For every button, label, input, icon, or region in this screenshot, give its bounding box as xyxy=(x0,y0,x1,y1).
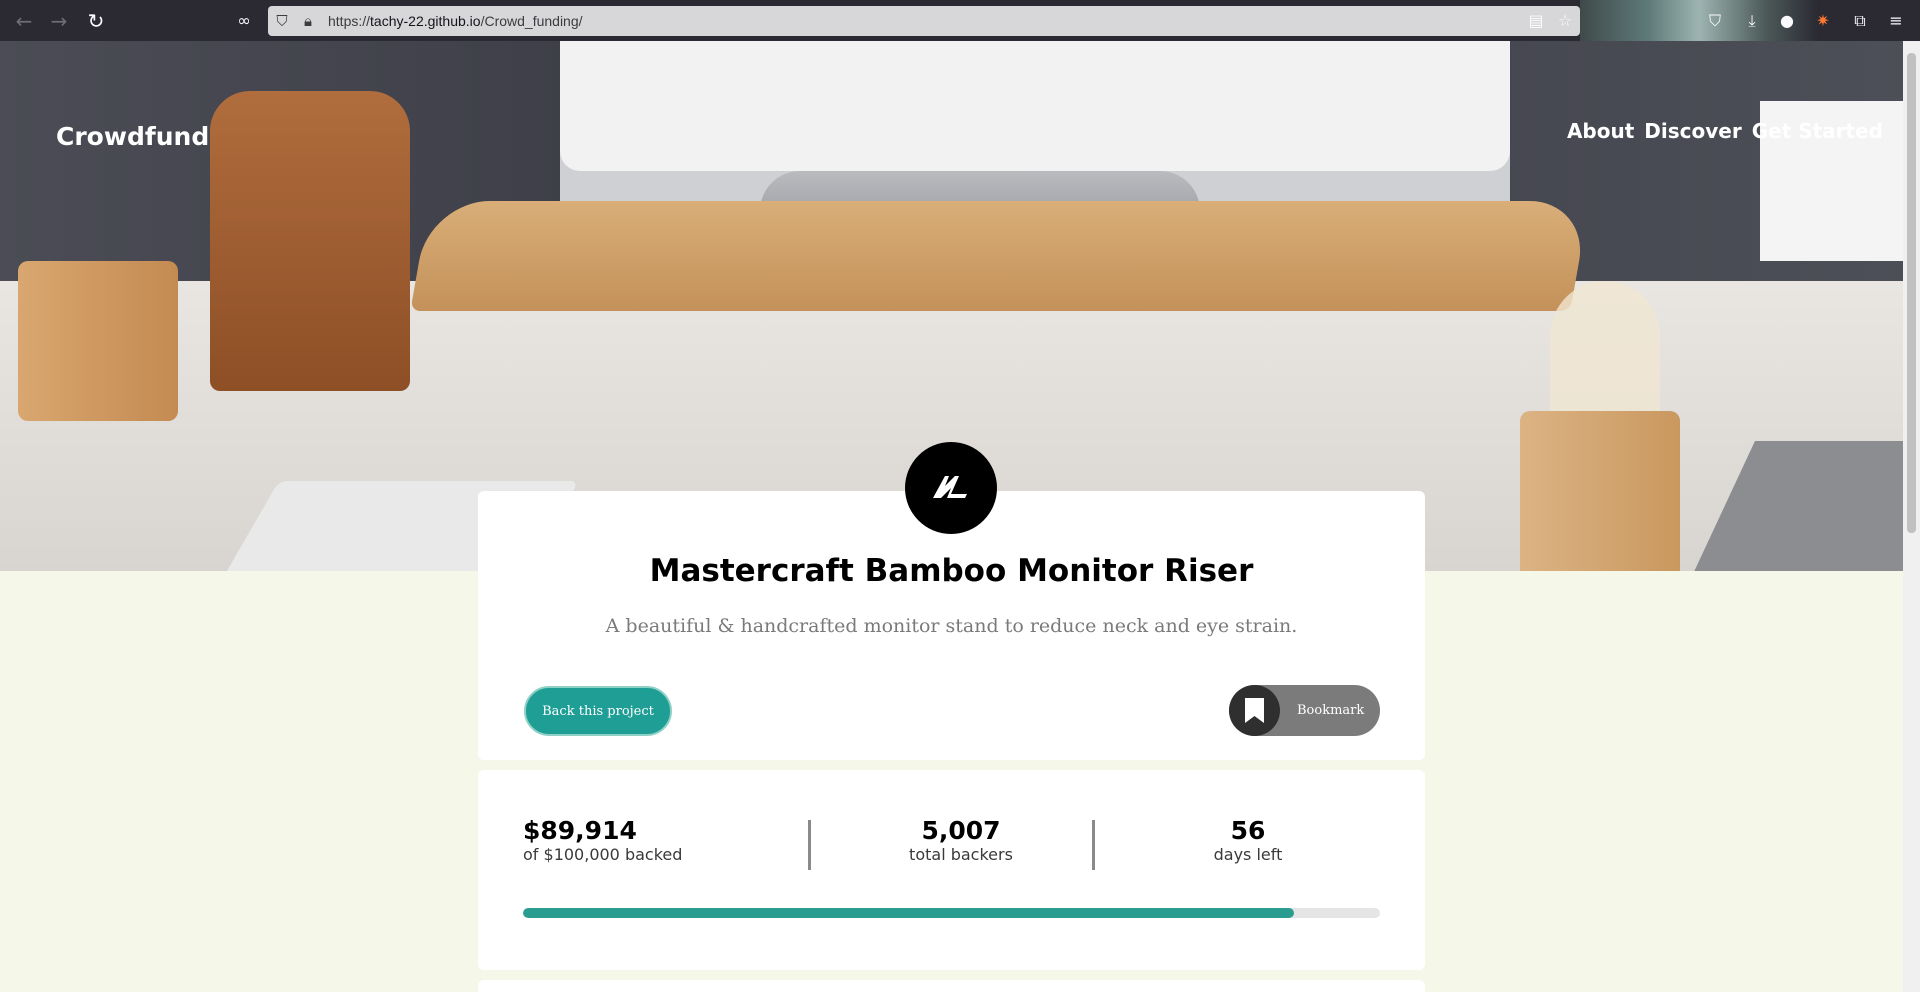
private-browsing-icon: ∞ xyxy=(237,11,251,30)
nav-discover[interactable]: Discover xyxy=(1644,119,1741,143)
url-host: tachy-22.github.io xyxy=(370,13,481,29)
days-label: days left xyxy=(1213,845,1283,864)
days-count: 56 xyxy=(1230,816,1266,845)
backed-amount: $89,914 xyxy=(523,816,637,845)
nav-get-started[interactable]: Get Started xyxy=(1752,119,1883,143)
extensions-puzzle-icon[interactable]: ⧉ xyxy=(1848,9,1872,33)
url-path: /Crowd_funding/ xyxy=(480,13,583,29)
addon-icon[interactable]: ✷ xyxy=(1811,9,1835,33)
shield-icon[interactable]: ⛉ xyxy=(272,11,292,31)
page-scrollbar[interactable] xyxy=(1903,41,1920,992)
stat-divider xyxy=(808,820,811,870)
pocket-icon[interactable]: ⛉ xyxy=(1703,9,1727,33)
back-arrow-icon[interactable]: ← xyxy=(11,9,37,33)
back-project-button[interactable]: Back this project xyxy=(524,686,672,736)
backers-label: total backers xyxy=(909,845,1013,864)
bookmark-label: Bookmark xyxy=(1297,703,1365,718)
reload-icon[interactable]: ↻ xyxy=(83,9,109,33)
url-prefix: https:// xyxy=(328,13,371,29)
bookmark-button[interactable]: Bookmark xyxy=(1229,685,1380,736)
hero-pencup xyxy=(18,261,178,421)
stat-days: 56 days left xyxy=(1148,816,1348,864)
project-subtitle: A beautiful & handcrafted monitor stand … xyxy=(605,615,1298,637)
backed-label: of $100,000 backed xyxy=(523,845,683,864)
url-text: https://tachy-22.github.io/Crowd_funding… xyxy=(328,6,583,36)
nav-about[interactable]: About xyxy=(1567,119,1634,143)
menu-icon[interactable]: ≡ xyxy=(1884,9,1908,33)
hero-riser xyxy=(410,201,1590,311)
brand-logo[interactable]: Crowdfund xyxy=(56,122,209,151)
bookmark-star-icon[interactable]: ☆ xyxy=(1553,9,1577,33)
mastercraft-logo-icon xyxy=(905,442,997,534)
reader-view-icon[interactable]: ▤ xyxy=(1524,9,1548,33)
funding-progress-bar xyxy=(523,908,1380,918)
browser-toolbar: ← → ↻ ∞ ⛉ 🔒︎ https://tachy-22.github.io/… xyxy=(0,0,1920,41)
stat-backed: $89,914 of $100,000 backed xyxy=(523,816,682,864)
stat-backers: 5,007 total backers xyxy=(861,816,1061,864)
about-card xyxy=(478,980,1425,992)
backers-count: 5,007 xyxy=(921,816,1001,845)
extension-icon[interactable]: ● xyxy=(1775,9,1799,33)
address-bar[interactable]: ⛉ 🔒︎ https://tachy-22.github.io/Crowd_fu… xyxy=(268,6,1580,36)
bookmark-icon xyxy=(1229,685,1280,736)
funding-progress-fill xyxy=(523,908,1294,918)
stats-card: $89,914 of $100,000 backed 5,007 total b… xyxy=(478,770,1425,970)
forward-arrow-icon[interactable]: → xyxy=(46,9,72,33)
scrollbar-thumb[interactable] xyxy=(1907,53,1916,533)
lock-icon[interactable]: 🔒︎ xyxy=(298,11,318,31)
project-title: Mastercraft Bamboo Monitor Riser xyxy=(649,553,1254,589)
hero-speaker xyxy=(210,91,410,391)
top-nav: About Discover Get Started xyxy=(1567,119,1883,143)
download-icon[interactable]: ⤓ xyxy=(1740,9,1764,33)
stat-divider xyxy=(1092,820,1095,870)
hero-bulb xyxy=(1550,281,1660,431)
hero-lamp-base xyxy=(1520,411,1680,571)
hero-monitor-bezel xyxy=(560,41,1510,171)
